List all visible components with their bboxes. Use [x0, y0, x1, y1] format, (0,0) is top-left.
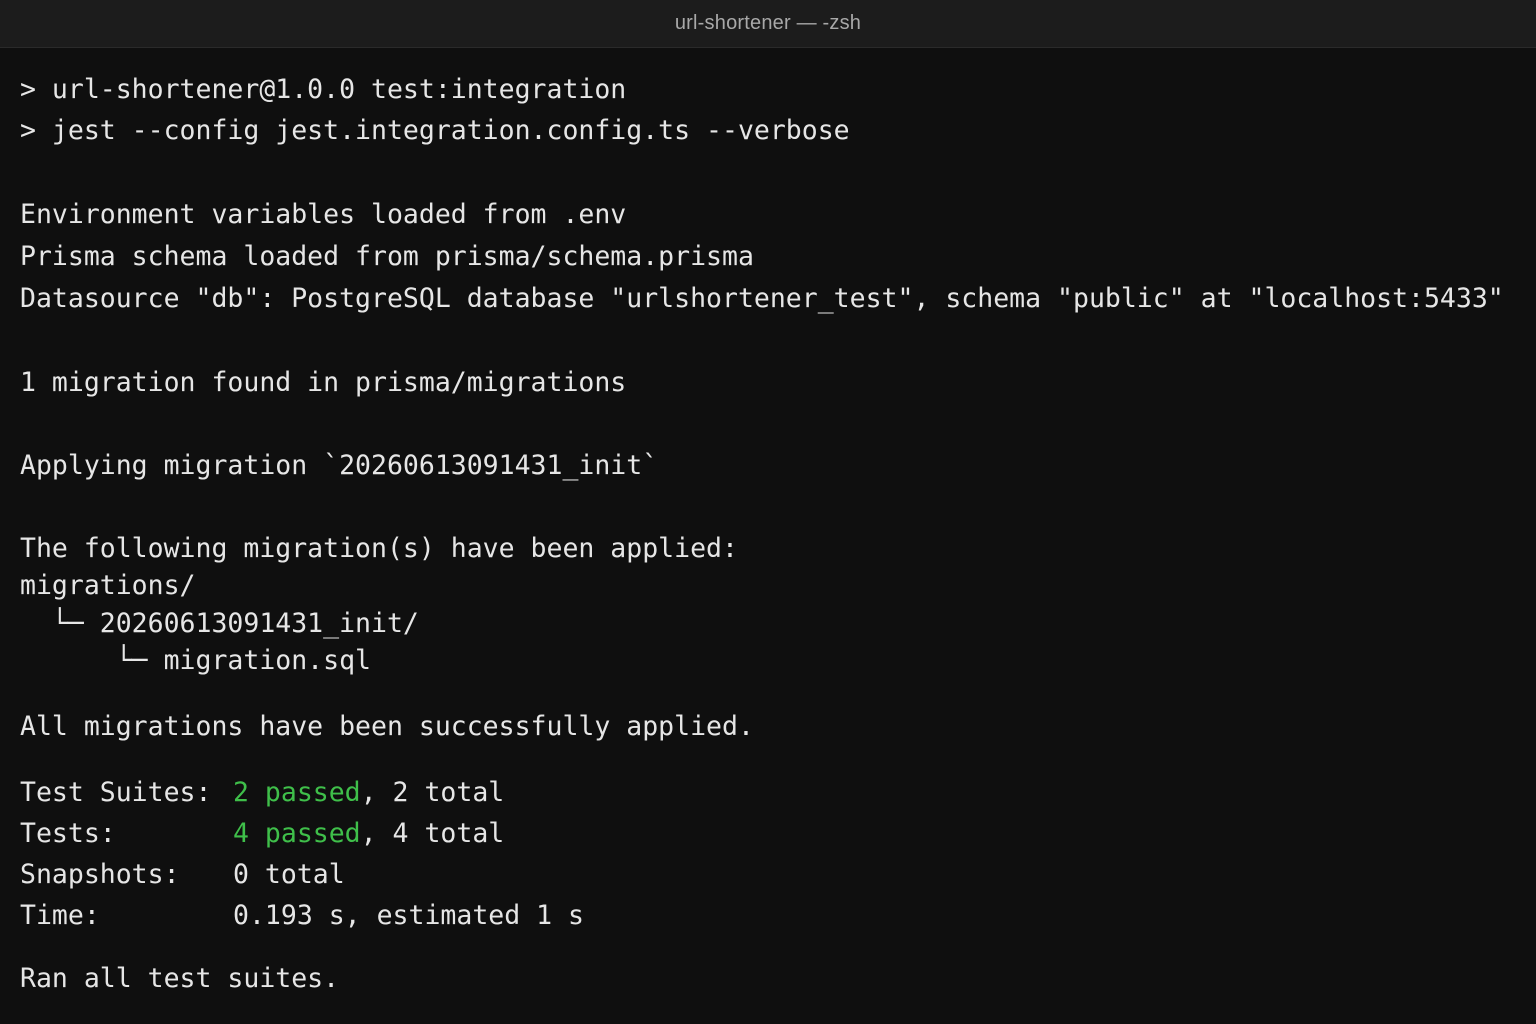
- tests-total: , 4 total: [360, 818, 505, 849]
- tests-passed: 4 passed: [233, 818, 361, 849]
- tree-file-line: └─ migration.sql: [20, 645, 371, 676]
- tree-dir-line: └─ 20260613091431_init/: [20, 608, 419, 639]
- terminal-window: url-shortener — -zsh > url-shortener@1.0…: [0, 0, 1536, 1024]
- summary-time: Time: 0.193 s, estimated 1 s: [20, 898, 584, 934]
- terminal-output[interactable]: > url-shortener@1.0.0 test:integration >…: [20, 0, 1530, 1024]
- command-line-2: > jest --config jest.integration.config.…: [20, 115, 850, 146]
- time-value: 0.193 s, estimated 1 s: [233, 900, 584, 931]
- summary-test-suites: Test Suites: 2 passed, 2 total: [20, 775, 504, 811]
- command-line-1: > url-shortener@1.0.0 test:integration: [20, 74, 627, 105]
- test-suites-total: , 2 total: [360, 777, 505, 808]
- test-suites-label: Test Suites:: [20, 777, 212, 808]
- schema-loaded-line: Prisma schema loaded from prisma/schema.…: [20, 241, 754, 272]
- snapshots-value: 0 total: [233, 859, 345, 890]
- tests-label: Tests:: [20, 818, 116, 849]
- applying-migration-line: Applying migration `20260613091431_init`: [20, 450, 659, 481]
- applied-header-line: The following migration(s) have been app…: [20, 533, 738, 564]
- snapshots-label: Snapshots:: [20, 859, 180, 890]
- summary-tests: Tests: 4 passed, 4 total: [20, 816, 504, 852]
- time-label: Time:: [20, 900, 100, 931]
- migration-found-line: 1 migration found in prisma/migrations: [20, 367, 627, 398]
- ran-all-line: Ran all test suites.: [20, 963, 340, 994]
- all-applied-line: All migrations have been successfully ap…: [20, 711, 754, 742]
- summary-snapshots: Snapshots: 0 total: [20, 857, 345, 893]
- datasource-line: Datasource "db": PostgreSQL database "ur…: [20, 283, 1504, 314]
- test-suites-passed: 2 passed: [233, 777, 361, 808]
- env-loaded-line: Environment variables loaded from .env: [20, 199, 627, 230]
- tree-root-line: migrations/: [20, 570, 196, 601]
